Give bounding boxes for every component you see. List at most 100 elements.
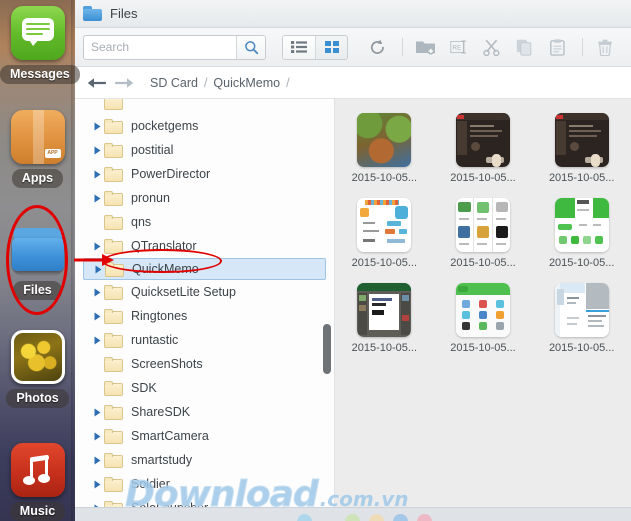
tree-item[interactable]: SoloLauncher bbox=[75, 496, 334, 507]
expand-triangle-icon[interactable] bbox=[91, 170, 104, 179]
thumbnail-item[interactable]: 2015-10-05... bbox=[434, 198, 533, 269]
list-view-button[interactable] bbox=[283, 35, 315, 59]
thumbnail-item[interactable]: 2015-10-05... bbox=[532, 113, 631, 184]
folder-icon bbox=[104, 99, 123, 110]
tree-item-selected[interactable]: QuickMemo bbox=[83, 249, 326, 280]
thumbnail-item[interactable]: 2015-10-05... bbox=[335, 198, 434, 269]
thumbnail-image bbox=[357, 283, 412, 337]
tree-item[interactable]: Ringtones bbox=[75, 304, 334, 328]
expand-triangle-icon[interactable] bbox=[91, 194, 104, 203]
toolbar-separator-1 bbox=[402, 38, 403, 56]
tree-item[interactable] bbox=[75, 99, 334, 114]
search-input[interactable] bbox=[84, 35, 236, 59]
apps-box-icon: APP bbox=[10, 110, 65, 164]
thumbnail-item[interactable]: 2015-10-05... bbox=[434, 283, 533, 354]
grid-view-button[interactable] bbox=[315, 35, 347, 59]
tree-item[interactable]: pocketgems bbox=[75, 114, 334, 138]
copy-icon bbox=[516, 39, 531, 56]
breadcrumb: SD Card / QuickMemo / bbox=[148, 76, 294, 90]
search-icon bbox=[244, 40, 258, 54]
thumbnail-item[interactable]: 2015-10-05... bbox=[335, 283, 434, 354]
rename-button[interactable]: RE bbox=[443, 34, 473, 60]
breadcrumb-bar: SD Card / QuickMemo / bbox=[75, 67, 631, 99]
tree-item[interactable]: pronun bbox=[75, 186, 334, 210]
rename-icon: RE bbox=[449, 40, 466, 53]
tree-item-label: Ringtones bbox=[131, 309, 188, 323]
new-folder-button[interactable] bbox=[410, 34, 440, 60]
copy-button[interactable] bbox=[509, 34, 539, 60]
thumbnail-label: 2015-10-05... bbox=[450, 342, 516, 354]
tree-item[interactable]: Soldier bbox=[75, 472, 334, 496]
tree-item[interactable]: SmartCamera bbox=[75, 424, 334, 448]
thumbnail-item[interactable]: 2015-10-05... bbox=[532, 283, 631, 354]
tree-scrollbar-thumb[interactable] bbox=[323, 324, 331, 374]
expand-triangle-icon[interactable] bbox=[91, 504, 104, 507]
delete-button[interactable] bbox=[590, 34, 620, 60]
tree-item[interactable]: QuicksetLite Setup bbox=[75, 280, 334, 304]
paste-button[interactable] bbox=[542, 34, 572, 60]
folder-icon bbox=[104, 404, 123, 420]
expand-triangle-icon[interactable] bbox=[91, 288, 104, 297]
breadcrumb-separator-1: / bbox=[286, 75, 290, 90]
folder-tree-list: pocketgems postitial PowerDirector pronun qn… bbox=[75, 99, 334, 507]
dock-item-files[interactable]: Files bbox=[0, 222, 75, 300]
folder-icon bbox=[104, 308, 123, 324]
messages-icon bbox=[10, 6, 65, 60]
folder-icon bbox=[104, 214, 123, 230]
thumbnail-pane: 2015-10-05... 2015-10-05... 2015-10-05..… bbox=[335, 99, 631, 507]
tree-item[interactable]: ShareSDK bbox=[75, 400, 334, 424]
tree-item[interactable]: smartstudy bbox=[75, 448, 334, 472]
thumbnail-label: 2015-10-05... bbox=[548, 172, 615, 184]
thumbnail-item[interactable]: 2015-10-05... bbox=[434, 113, 533, 184]
folder-icon bbox=[104, 356, 123, 372]
refresh-button[interactable] bbox=[362, 34, 392, 60]
forward-button[interactable] bbox=[111, 71, 137, 95]
folder-icon bbox=[104, 238, 123, 254]
tree-scrollbar[interactable] bbox=[322, 99, 332, 507]
folder-icon bbox=[104, 118, 123, 134]
tree-item[interactable]: SDK bbox=[75, 376, 334, 400]
trash-icon bbox=[598, 39, 612, 56]
breadcrumb-item-0[interactable]: SD Card bbox=[148, 76, 200, 90]
thumbnail-item[interactable]: 2015-10-05... bbox=[532, 198, 631, 269]
view-mode-group bbox=[282, 34, 348, 60]
expand-triangle-icon[interactable] bbox=[91, 146, 104, 155]
dock-item-music[interactable]: Music bbox=[0, 443, 75, 521]
tree-item-label: SoloLauncher bbox=[131, 501, 208, 507]
dock-item-apps[interactable]: APP Apps bbox=[0, 110, 75, 188]
expand-triangle-icon[interactable] bbox=[91, 122, 104, 131]
scissors-icon bbox=[482, 39, 500, 56]
tree-item[interactable]: runtastic bbox=[75, 328, 334, 352]
thumbnail-item[interactable]: 2015-10-05... bbox=[335, 113, 434, 184]
expand-triangle-icon[interactable] bbox=[91, 312, 104, 321]
thumbnail-label: 2015-10-05... bbox=[351, 342, 418, 354]
folder-icon bbox=[83, 6, 102, 21]
breadcrumb-item-1[interactable]: QuickMemo bbox=[211, 76, 282, 90]
thumbnail-image bbox=[554, 198, 609, 252]
thumbnail-grid: 2015-10-05... 2015-10-05... 2015-10-05..… bbox=[335, 113, 631, 354]
tree-item[interactable]: qns bbox=[75, 210, 334, 234]
expand-triangle-icon[interactable] bbox=[91, 336, 104, 345]
back-button[interactable] bbox=[83, 71, 109, 95]
folder-icon bbox=[104, 284, 123, 300]
expand-triangle-icon[interactable] bbox=[91, 456, 104, 465]
cut-button[interactable] bbox=[476, 34, 506, 60]
search-button[interactable] bbox=[236, 35, 265, 59]
expand-triangle-icon[interactable] bbox=[91, 480, 104, 489]
paste-icon bbox=[549, 38, 565, 56]
window-titlebar: Files bbox=[75, 0, 631, 28]
expand-triangle-icon[interactable] bbox=[91, 242, 104, 251]
dock-item-photos[interactable]: Photos bbox=[0, 330, 75, 408]
tree-item[interactable]: PowerDirector bbox=[75, 162, 334, 186]
tree-item[interactable]: postitial bbox=[75, 138, 334, 162]
music-note-icon bbox=[10, 443, 65, 497]
thumbnail-label: 2015-10-05... bbox=[351, 172, 418, 184]
tree-item-label: SDK bbox=[131, 381, 157, 395]
expand-triangle-icon[interactable] bbox=[91, 432, 104, 441]
tree-item[interactable]: ScreenShots bbox=[75, 352, 334, 376]
tree-item-label: Soldier bbox=[131, 477, 170, 491]
search-box[interactable] bbox=[83, 34, 266, 60]
dock-item-messages[interactable]: Messages bbox=[0, 6, 80, 84]
thumbnail-image bbox=[357, 113, 412, 167]
expand-triangle-icon[interactable] bbox=[91, 408, 104, 417]
